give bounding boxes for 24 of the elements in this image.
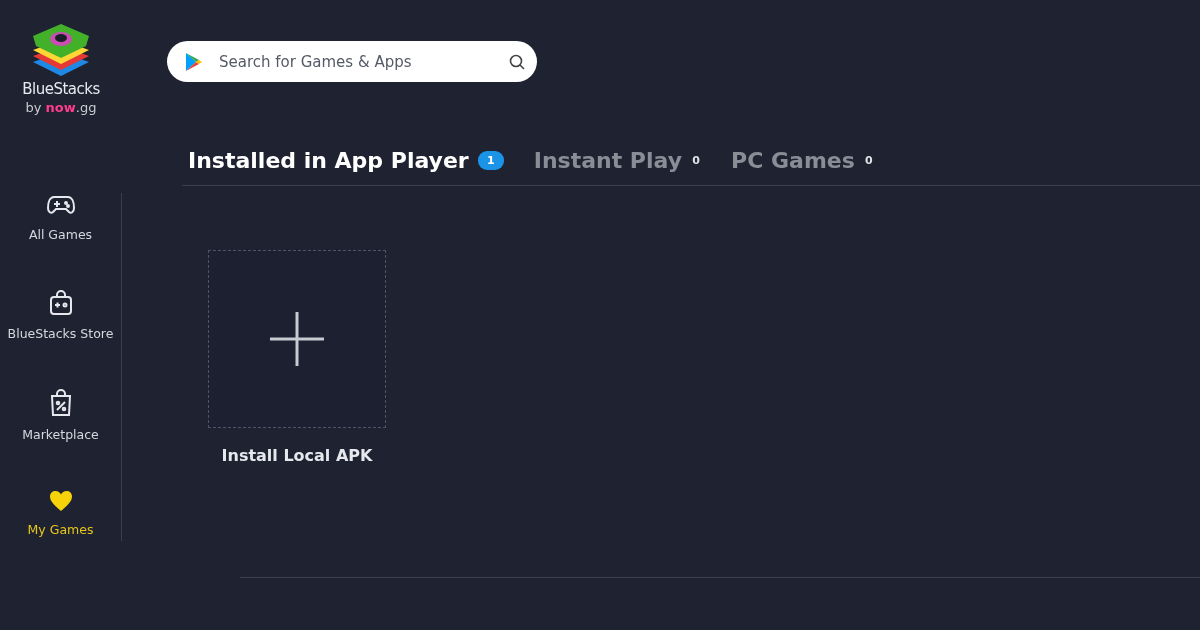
sidebar-item[interactable]: My Games: [0, 490, 121, 537]
discount-bag-icon: [48, 389, 73, 417]
tab[interactable]: PC Games 0: [731, 148, 874, 173]
play-store-icon: [185, 51, 203, 72]
search-bar[interactable]: Search for Games & Apps: [167, 41, 537, 82]
heart-icon: [48, 490, 73, 512]
plus-icon: [270, 312, 324, 366]
sidebar-item[interactable]: All Games: [0, 193, 121, 242]
add-tile[interactable]: [208, 250, 386, 428]
logo-name: BlueStacks: [22, 80, 100, 98]
logo-byline: by now.gg: [25, 100, 97, 115]
count-badge: 1: [477, 151, 504, 170]
gamepad-icon: [46, 193, 75, 217]
tab[interactable]: Instant Play 0: [533, 148, 702, 173]
shopping-bag-icon: [48, 290, 73, 316]
search-icon: [509, 53, 525, 70]
tab[interactable]: Installed in App Player 1: [188, 148, 504, 173]
logo-icon: [30, 22, 92, 78]
search-field[interactable]: Search for Games & Apps: [217, 51, 495, 72]
sidebar-item[interactable]: Marketplace: [0, 389, 121, 442]
tab-count: 0: [864, 154, 874, 167]
tab-count: 0: [691, 154, 701, 167]
sidebar-item[interactable]: BlueStacks Store: [0, 290, 121, 341]
tile-label: Install Local APK: [221, 446, 373, 465]
